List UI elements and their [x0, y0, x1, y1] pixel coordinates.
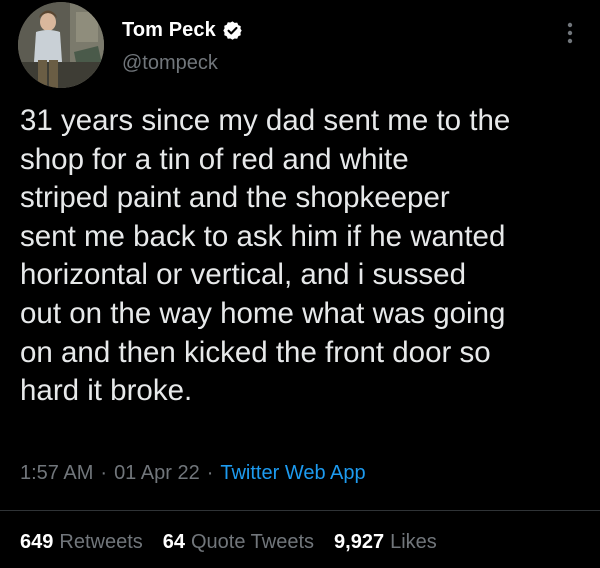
- tweet-text-line: on and then kicked the front door so: [20, 335, 491, 369]
- tweet-stats: 649 Retweets 64 Quote Tweets 9,927 Likes: [20, 531, 457, 554]
- tweet-text-line: 31 years since my dad sent me to the: [20, 104, 511, 137]
- avatar-photo: [18, 2, 104, 88]
- tweet-source-link[interactable]: Twitter Web App: [220, 462, 365, 485]
- tweet-text-line: sent me back to ask him if he wanted: [20, 219, 506, 253]
- likes-count: 9,927: [334, 531, 385, 553]
- tweet: Tom Peck @tompeck 31 years since my dad …: [0, 0, 600, 568]
- verified-badge-icon: [222, 20, 243, 41]
- retweets-count: 649: [20, 531, 54, 553]
- tweet-text-line: hard it broke.: [20, 374, 193, 408]
- tweet-meta: 1:57 AM · 01 Apr 22 · Twitter Web App: [20, 462, 366, 485]
- quote-tweets-label: Quote Tweets: [191, 531, 315, 553]
- author-handle[interactable]: @tompeck: [122, 52, 218, 75]
- quote-tweets-stat[interactable]: 64 Quote Tweets: [163, 531, 314, 554]
- tweet-text-line: shop for a tin of red and white: [20, 142, 409, 176]
- tweet-time[interactable]: 1:57 AM: [20, 462, 93, 485]
- author-display-name[interactable]: Tom Peck: [122, 19, 216, 42]
- likes-stat[interactable]: 9,927 Likes: [334, 531, 437, 554]
- more-options-icon[interactable]: [560, 18, 580, 48]
- tweet-text-line: striped paint and the shopkeeper: [20, 181, 450, 215]
- divider: [0, 510, 600, 511]
- quote-tweets-count: 64: [162, 531, 185, 553]
- tweet-text-line: horizontal or vertical, and i sussed: [20, 258, 467, 292]
- meta-separator: ·: [206, 462, 214, 484]
- meta-separator: ·: [100, 462, 108, 484]
- retweets-stat[interactable]: 649 Retweets: [20, 531, 143, 554]
- tweet-date[interactable]: 01 Apr 22: [114, 462, 200, 485]
- tweet-text-line: out on the way home what was going: [20, 296, 506, 330]
- likes-label: Likes: [390, 531, 437, 553]
- retweets-label: Retweets: [59, 531, 143, 553]
- author-name-row[interactable]: Tom Peck: [122, 19, 243, 42]
- avatar[interactable]: [18, 2, 104, 88]
- tweet-text: 31 years since my dad sent me to the sho…: [20, 102, 592, 411]
